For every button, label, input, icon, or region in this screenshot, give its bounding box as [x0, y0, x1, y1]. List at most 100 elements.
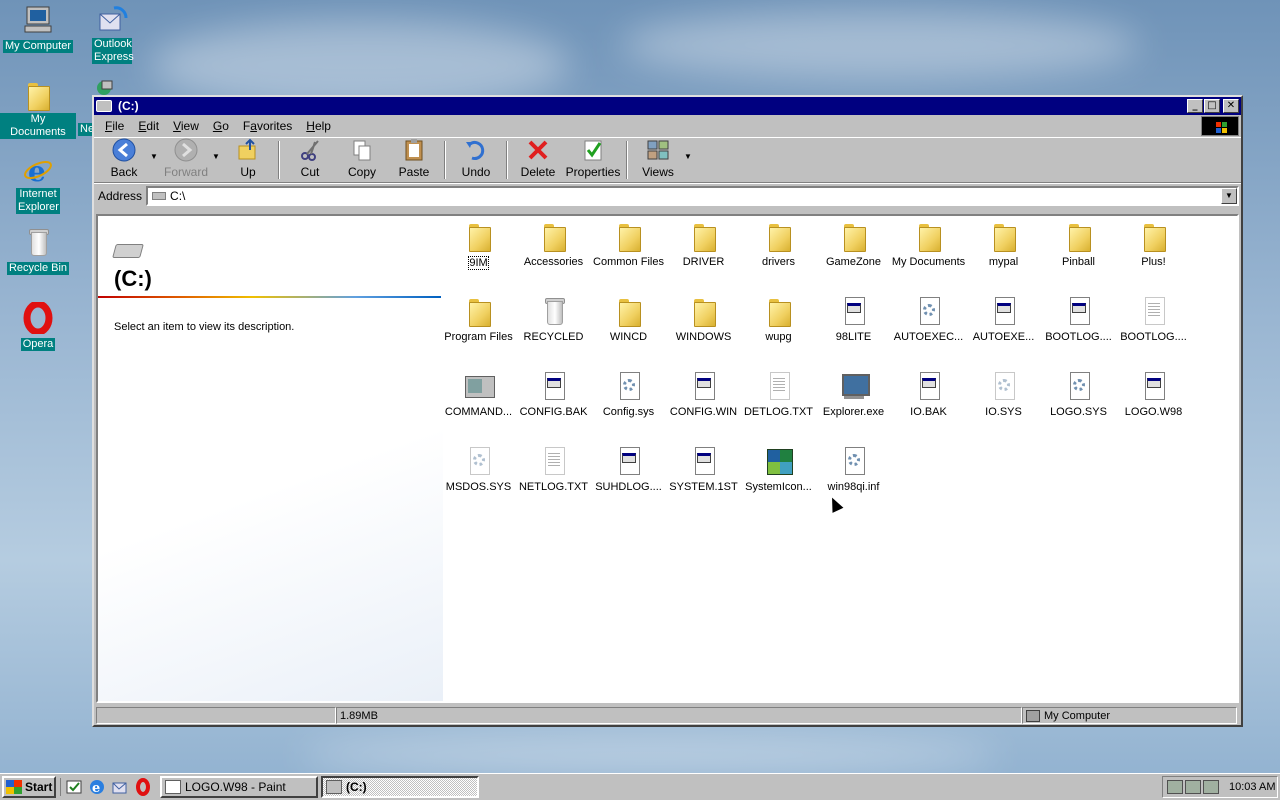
menu-view[interactable]: View [166, 119, 206, 133]
up-button[interactable]: Up [222, 138, 274, 181]
desktop-icon-my-documents[interactable]: My Documents [0, 79, 76, 139]
file-item[interactable]: DRIVER [666, 216, 741, 268]
desktop-icon-recycle-bin[interactable]: Recycle Bin [0, 226, 76, 275]
file-item[interactable]: GameZone [816, 216, 891, 268]
file-item[interactable]: Pinball [1041, 216, 1116, 268]
opera-icon[interactable] [134, 778, 152, 796]
recycle-bin-icon [22, 226, 54, 258]
address-input[interactable]: C:\ ▼ [146, 185, 1239, 206]
file-item[interactable]: Config.sys [591, 366, 666, 418]
file-item[interactable]: AUTOEXEC... [891, 291, 966, 343]
menu-favorites[interactable]: Favorites [236, 119, 299, 133]
paste-button[interactable]: Paste [388, 139, 440, 181]
desktop-icon-internet-explorer[interactable]: e Internet Explorer [0, 154, 76, 214]
delete-button[interactable]: Delete [512, 139, 564, 181]
minimize-button[interactable]: _ [1187, 99, 1203, 113]
outlook-express-icon[interactable] [111, 778, 129, 796]
desktop-icon-label: My Documents [0, 113, 76, 139]
drive-icon [96, 100, 112, 112]
file-item[interactable]: SystemIcon... [741, 441, 816, 493]
folder-icon [688, 220, 720, 252]
desktop-icon-opera[interactable]: Opera [0, 300, 76, 351]
file-name: AUTOEXE... [972, 331, 1035, 343]
back-button[interactable]: Back [98, 138, 150, 181]
file-item[interactable]: IO.SYS [966, 366, 1041, 418]
menu-file[interactable]: File [98, 119, 131, 133]
drive-icon [326, 780, 342, 794]
desktop-icon-my-computer[interactable]: My Computer [0, 4, 76, 53]
file-item[interactable]: 98LITE [816, 291, 891, 343]
file-item[interactable]: BOOTLOG.... [1116, 291, 1191, 343]
file-item[interactable]: MSDOS.SYS [441, 441, 516, 493]
file-item[interactable]: drivers [741, 216, 816, 268]
file-item[interactable]: Explorer.exe [816, 366, 891, 418]
task-paint[interactable]: LOGO.W98 - Paint [160, 776, 318, 798]
start-button[interactable]: Start [2, 776, 56, 798]
close-button[interactable]: ✕ [1223, 99, 1239, 113]
forward-arrow-icon [174, 138, 198, 162]
folder-icon [463, 295, 495, 327]
file-item[interactable]: SUHDLOG.... [591, 441, 666, 493]
file-item[interactable]: 9IM [441, 216, 516, 270]
tray-icon[interactable] [1203, 780, 1219, 794]
maximize-button[interactable]: □ [1204, 99, 1220, 113]
menu-edit[interactable]: Edit [131, 119, 166, 133]
file-item[interactable]: Program Files [441, 291, 516, 343]
address-dropdown-icon[interactable]: ▼ [1221, 187, 1237, 204]
internet-explorer-icon[interactable]: e [88, 778, 106, 796]
file-item[interactable]: WINCD [591, 291, 666, 343]
info-pane: (C:) Select an item to view its descript… [98, 216, 443, 701]
file-item[interactable]: AUTOEXE... [966, 291, 1041, 343]
file-item[interactable]: SYSTEM.1ST [666, 441, 741, 493]
forward-button[interactable]: Forward [160, 138, 212, 181]
toolbar-separator [278, 141, 280, 179]
program-file-icon [1063, 295, 1095, 327]
forward-dropdown-icon[interactable]: ▼ [212, 152, 222, 161]
file-item[interactable]: IO.BAK [891, 366, 966, 418]
task-explorer[interactable]: (C:) [321, 776, 479, 798]
file-item[interactable]: CONFIG.BAK [516, 366, 591, 418]
back-dropdown-icon[interactable]: ▼ [150, 152, 160, 161]
cut-button[interactable]: Cut [284, 139, 336, 181]
program-file-icon [913, 370, 945, 402]
title-bar[interactable]: (C:) _ □ ✕ [94, 97, 1241, 115]
file-item[interactable]: DETLOG.TXT [741, 366, 816, 418]
views-label: Views [642, 165, 674, 179]
mouse-cursor [826, 495, 844, 513]
file-name: GameZone [825, 256, 882, 268]
description-text: Select an item to view its description. [114, 321, 295, 333]
file-item[interactable]: CONFIG.WIN [666, 366, 741, 418]
file-item[interactable]: NETLOG.TXT [516, 441, 591, 493]
file-item[interactable]: Accessories [516, 216, 591, 268]
show-desktop-icon[interactable] [65, 778, 83, 796]
file-item[interactable]: Common Files [591, 216, 666, 268]
file-item[interactable]: WINDOWS [666, 291, 741, 343]
tray-icon[interactable] [1185, 780, 1201, 794]
clock[interactable]: 10:03 AM [1229, 781, 1275, 793]
views-button[interactable]: Views [632, 139, 684, 181]
views-dropdown-icon[interactable]: ▼ [684, 152, 694, 161]
file-name: drivers [761, 256, 795, 268]
file-item[interactable]: LOGO.SYS [1041, 366, 1116, 418]
desktop-icon-outlook-express[interactable]: Outlook Express [74, 4, 150, 64]
menu-go[interactable]: Go [206, 119, 236, 133]
undo-button[interactable]: Undo [450, 139, 502, 181]
file-name: NETLOG.TXT [518, 481, 589, 493]
file-name: 98LITE [835, 331, 872, 343]
file-item[interactable]: wupg [741, 291, 816, 343]
menu-help[interactable]: Help [299, 119, 338, 133]
properties-button[interactable]: Properties [564, 139, 622, 181]
file-item[interactable]: My Documents [891, 216, 966, 268]
tray-icon[interactable] [1167, 780, 1183, 794]
file-item[interactable]: mypal [966, 216, 1041, 268]
copy-button[interactable]: Copy [336, 139, 388, 181]
file-name: My Documents [891, 256, 966, 268]
file-name: CONFIG.WIN [669, 406, 738, 418]
file-item[interactable]: BOOTLOG.... [1041, 291, 1116, 343]
file-item[interactable]: win98qi.inf [816, 441, 891, 493]
file-name: Explorer.exe [822, 406, 885, 418]
file-item[interactable]: Plus! [1116, 216, 1191, 268]
file-item[interactable]: RECYCLED [516, 291, 591, 343]
file-item[interactable]: LOGO.W98 [1116, 366, 1191, 418]
file-item[interactable]: COMMAND... [441, 366, 516, 418]
